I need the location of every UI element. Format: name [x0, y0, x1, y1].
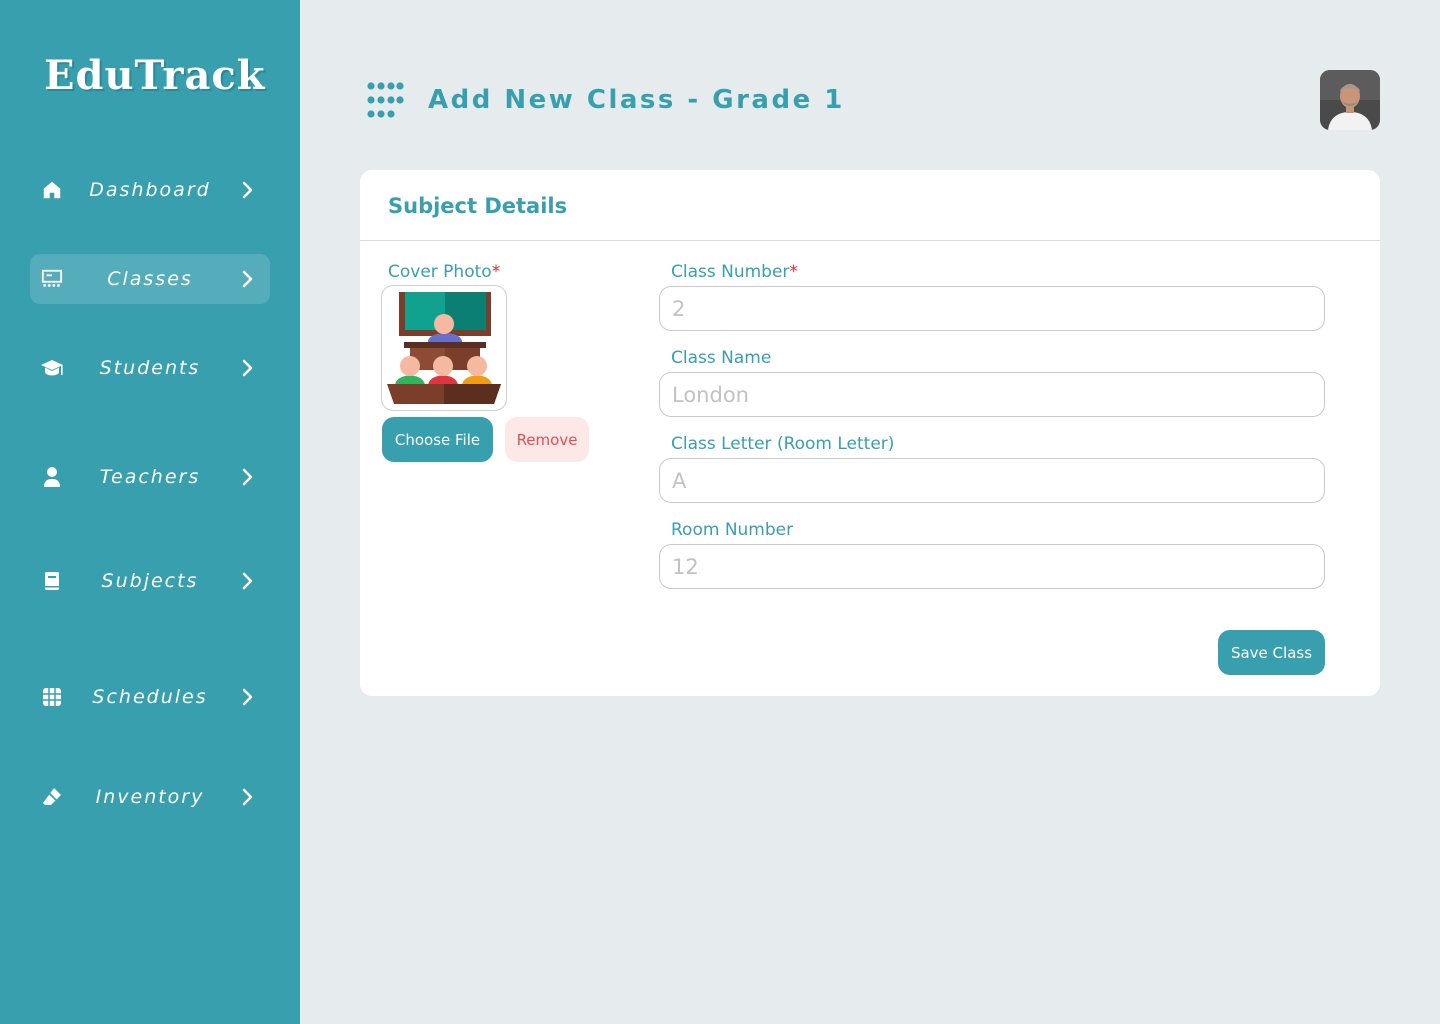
sidebar-item-schedules[interactable]: Schedules	[30, 672, 270, 722]
class-number-label: Class Number*	[671, 262, 798, 282]
sidebar-item-students[interactable]: Students	[30, 343, 270, 393]
sidebar-item-label: Dashboard	[89, 179, 211, 201]
graduation-cap-icon	[40, 356, 64, 380]
user-avatar[interactable]	[1320, 70, 1380, 130]
sidebar-item-label: Inventory	[95, 786, 205, 808]
choose-file-button[interactable]: Choose File	[382, 417, 493, 462]
class-letter-input[interactable]	[659, 458, 1325, 503]
chevron-right-icon	[236, 267, 260, 291]
sidebar-item-inventory[interactable]: Inventory	[30, 772, 270, 822]
chevron-right-icon	[236, 569, 260, 593]
grid-dots-icon[interactable]	[366, 82, 404, 118]
chevron-right-icon	[236, 685, 260, 709]
class-number-label-text: Class Number	[671, 262, 790, 282]
sidebar-item-label: Students	[99, 357, 201, 379]
sidebar-item-subjects[interactable]: Subjects	[30, 556, 270, 606]
room-number-input[interactable]	[659, 544, 1325, 589]
chevron-right-icon	[236, 785, 260, 809]
cover-photo-preview	[381, 285, 507, 411]
home-icon	[40, 178, 64, 202]
section-title: Subject Details	[388, 194, 568, 218]
sidebar-item-label: Classes	[107, 268, 193, 290]
chevron-right-icon	[236, 465, 260, 489]
eraser-icon	[40, 785, 64, 809]
class-number-input[interactable]	[659, 286, 1325, 331]
classroom-icon	[40, 267, 64, 291]
page-title: Add New Class - Grade 1	[428, 85, 845, 115]
app-logo: EduTrack	[44, 52, 266, 99]
required-mark: *	[491, 262, 501, 282]
sidebar-item-label: Subjects	[101, 570, 199, 592]
sidebar-item-dashboard[interactable]: Dashboard	[30, 165, 270, 215]
class-name-label: Class Name	[671, 348, 772, 368]
sidebar-item-label: Schedules	[92, 686, 208, 708]
room-number-label: Room Number	[671, 520, 794, 540]
sidebar-item-label: Teachers	[99, 466, 201, 488]
subject-details-card: Subject Details Cover Photo* Choose File…	[360, 170, 1380, 696]
sidebar: EduTrack Dashboard Classes Students Teac…	[0, 0, 300, 1024]
calendar-grid-icon	[40, 685, 64, 709]
cover-photo-label-text: Cover Photo	[388, 262, 492, 282]
divider	[360, 240, 1380, 241]
sidebar-item-classes[interactable]: Classes	[30, 254, 270, 304]
save-class-button[interactable]: Save Class	[1218, 630, 1325, 675]
chevron-right-icon	[236, 178, 260, 202]
classroom-illustration	[387, 292, 501, 404]
person-icon	[40, 465, 64, 489]
remove-photo-button[interactable]: Remove	[505, 417, 589, 462]
chevron-right-icon	[236, 356, 260, 380]
book-icon	[40, 569, 64, 593]
required-mark: *	[789, 262, 798, 282]
class-name-input[interactable]	[659, 372, 1325, 417]
class-letter-label: Class Letter (Room Letter)	[671, 434, 895, 454]
cover-photo-label: Cover Photo*	[388, 262, 500, 282]
sidebar-item-teachers[interactable]: Teachers	[30, 452, 270, 502]
